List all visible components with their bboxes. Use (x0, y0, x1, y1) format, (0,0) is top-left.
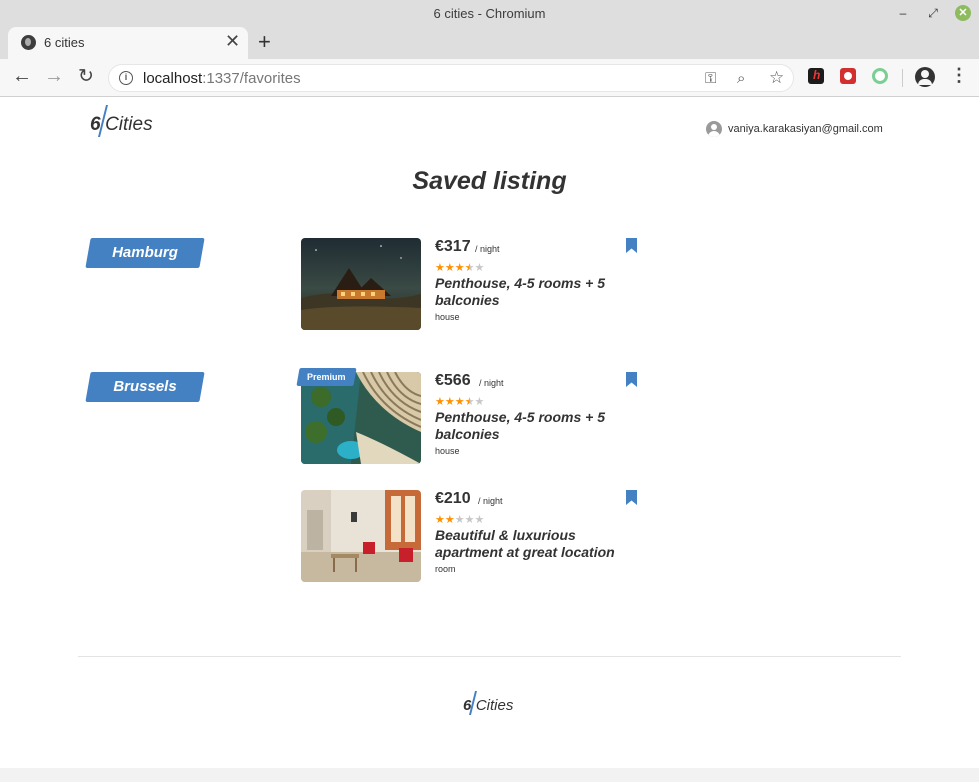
tab-close-icon[interactable]: ✕ (225, 31, 240, 52)
price-unit: / night (478, 496, 503, 506)
star-icon: ★★★ (435, 262, 465, 274)
place-card: Premium €566 / night ★★★★★ Penthouse, 4-… (296, 368, 641, 464)
extension-green-ring-icon[interactable] (872, 68, 888, 84)
place-photo[interactable] (301, 490, 421, 582)
city-link-hamburg[interactable]: Hamburg (85, 238, 205, 268)
footer-divider (78, 656, 901, 657)
extension-red-icon[interactable] (840, 68, 856, 84)
star-icon: ★★★ (454, 514, 485, 526)
site-info-icon[interactable]: i (119, 71, 133, 85)
key-icon[interactable]: ⚿ (705, 70, 716, 87)
window-bottom-edge (0, 768, 979, 782)
rating-stars: ★★★★★ (435, 261, 484, 274)
address-bar[interactable]: i localhost:1337/favorites ⚿ ⌕ ☆ (108, 64, 794, 92)
rating-stars: ★★★★★ (435, 513, 484, 526)
city-label: Hamburg (112, 244, 178, 261)
minimize-icon[interactable]: – (895, 5, 911, 21)
city-link-brussels[interactable]: Brussels (85, 372, 205, 402)
globe-icon (21, 35, 36, 50)
tab-title: 6 cities (44, 35, 85, 50)
extension-h-icon[interactable] (808, 68, 824, 84)
bookmark-icon[interactable] (626, 372, 637, 387)
premium-badge: Premium (296, 368, 357, 386)
bookmark-icon[interactable] (626, 238, 637, 253)
page-title: Saved listing (412, 167, 567, 195)
place-name-link[interactable]: Penthouse, 4-5 rooms + 5 balconies (435, 409, 645, 443)
browser-tab[interactable]: 6 cities ✕ (8, 27, 248, 59)
place-name-link[interactable]: Beautiful & luxurious apartment at great… (435, 527, 645, 561)
url-text[interactable]: localhost:1337/favorites (143, 70, 301, 87)
tab-strip: 6 cities ✕ + (0, 27, 979, 59)
window-titlebar: 6 cities - Chromium – ⤢ ✕ (0, 0, 979, 27)
user-email: vaniya.karakasiyan@gmail.com (728, 123, 883, 135)
window-title: 6 cities - Chromium (433, 6, 546, 21)
forward-arrow-icon[interactable]: → (42, 65, 66, 88)
zoom-icon[interactable]: ⌕ (737, 70, 745, 87)
reload-icon[interactable]: ↻ (74, 65, 98, 88)
logo-word: Cities (475, 697, 514, 714)
price-unit: / night (475, 244, 500, 254)
close-window-icon[interactable]: ✕ (955, 5, 971, 21)
price-value: €566 (435, 372, 471, 389)
place-type: room (435, 564, 456, 574)
star-icon: ★ (464, 396, 475, 408)
url-path: :1337/favorites (202, 70, 301, 87)
page-content: 6 Cities vaniya.karakasiyan@gmail.com Sav… (0, 97, 979, 768)
price-value: €210 (435, 490, 471, 507)
star-icon: ★ (474, 396, 485, 408)
footer-logo[interactable]: 6 Cities (463, 691, 514, 716)
place-type: house (435, 446, 460, 456)
maximize-icon[interactable]: ⤢ (925, 5, 941, 21)
place-card: €210 / night ★★★★★ Beautiful & luxurious… (301, 490, 641, 582)
profile-icon[interactable] (915, 67, 935, 87)
price-value: €317 (435, 238, 471, 255)
star-icon: ★★ (435, 514, 455, 526)
place-photo[interactable] (301, 238, 421, 330)
back-arrow-icon[interactable]: ← (10, 65, 34, 88)
new-tab-button[interactable]: + (258, 29, 271, 55)
star-icon: ★ (464, 262, 475, 274)
star-icon: ★★★ (435, 396, 465, 408)
price-unit: / night (479, 378, 504, 388)
place-type: house (435, 312, 460, 322)
toolbar-divider (902, 69, 903, 87)
logo-word: Cities (105, 114, 153, 136)
browser-toolbar: ← → ↻ i localhost:1337/favorites ⚿ ⌕ ☆ ⋮ (0, 59, 979, 97)
place-name-link[interactable]: Penthouse, 4-5 rooms + 5 balconies (435, 275, 645, 309)
header-logo[interactable]: 6 Cities (90, 105, 153, 137)
star-icon: ★ (474, 262, 485, 274)
avatar-icon (706, 121, 722, 137)
city-label: Brussels (113, 378, 177, 395)
place-card: €317 / night ★★★★★ Penthouse, 4-5 rooms … (301, 238, 641, 330)
rating-stars: ★★★★★ (435, 395, 484, 408)
premium-label: Premium (307, 372, 346, 382)
url-host: localhost (143, 70, 203, 87)
bookmark-icon[interactable] (626, 490, 637, 505)
bookmark-star-icon[interactable]: ☆ (769, 68, 784, 88)
menu-kebab-icon[interactable]: ⋮ (950, 65, 968, 86)
